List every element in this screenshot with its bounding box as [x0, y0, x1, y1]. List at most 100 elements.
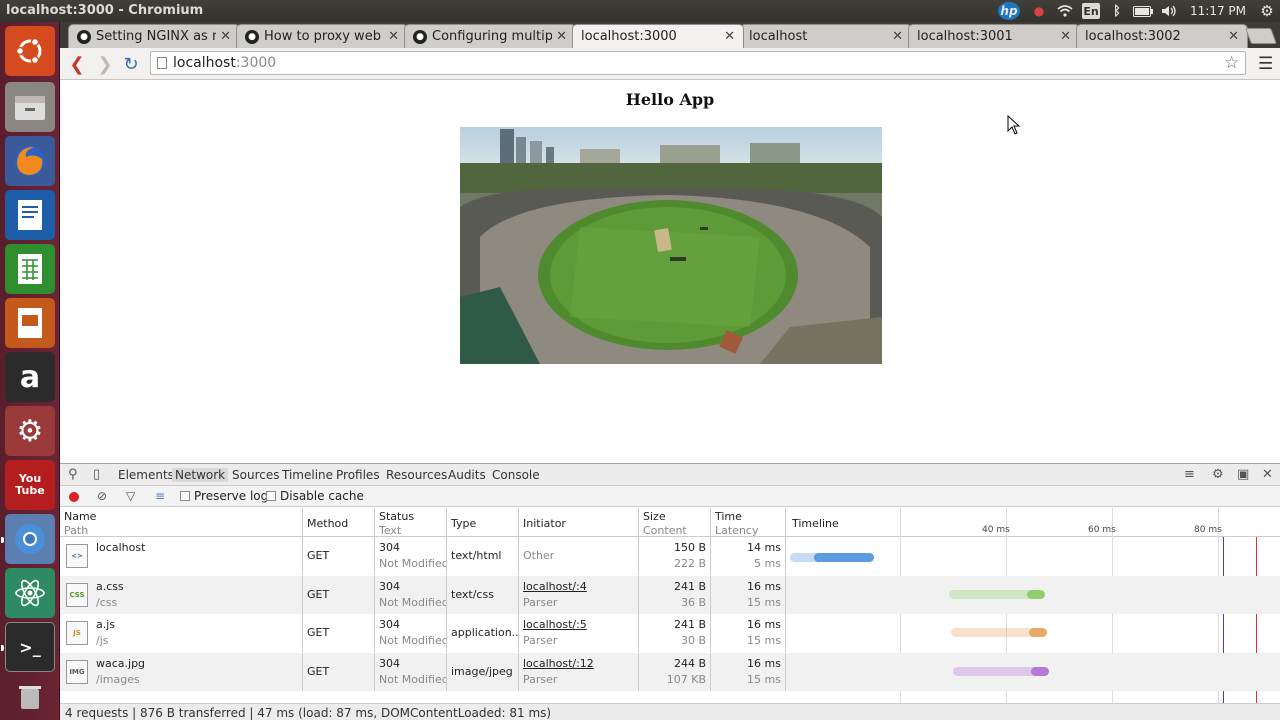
devtools-tab-console[interactable]: Console	[492, 468, 540, 482]
clock[interactable]: 11:17 PM	[1182, 0, 1254, 22]
network-request-row[interactable]: <> localhost GET 304 Not Modified text/h…	[60, 537, 1280, 575]
request-time-cell: 16 ms 15 ms	[711, 614, 786, 652]
youtube-icon[interactable]: You Tube	[5, 460, 55, 510]
browser-tab[interactable]: ● How to proxy web a ✕	[236, 24, 408, 48]
bluetooth-icon[interactable]: ᛒ	[1104, 0, 1130, 22]
request-initiator[interactable]: localhost/:5	[523, 618, 587, 631]
terminal-icon[interactable]: >_	[5, 622, 55, 672]
gear-icon[interactable]: ⚙	[1254, 0, 1280, 22]
close-tab-icon[interactable]: ✕	[1228, 29, 1239, 44]
network-request-row[interactable]: IMG waca.jpg /images GET 304 Not Modifie…	[60, 652, 1280, 691]
devtools-tab-audits[interactable]: Audits	[448, 468, 486, 482]
request-initiator[interactable]: localhost/:4	[523, 580, 587, 593]
close-tab-icon[interactable]: ✕	[892, 29, 903, 44]
request-size: 241 B	[673, 579, 706, 593]
request-content-size: 222 B	[673, 557, 706, 570]
tab-label: How to proxy web a	[264, 29, 385, 44]
devtools-tab-timeline[interactable]: Timeline	[282, 468, 333, 482]
preserve-log-checkbox[interactable]	[180, 491, 190, 501]
column-header-type[interactable]: Type	[447, 508, 519, 537]
column-header-name[interactable]: Name Path	[60, 508, 303, 537]
dock-icon[interactable]: ▣	[1237, 467, 1249, 482]
browser-tab[interactable]: localhost:3000 ✕	[572, 24, 744, 48]
libreoffice-writer-icon[interactable]	[5, 190, 55, 240]
network-request-row[interactable]: JS a.js /js GET 304 Not Modified applica…	[60, 614, 1280, 652]
close-tab-icon[interactable]: ✕	[388, 29, 399, 44]
device-mode-icon[interactable]: ▯	[93, 467, 100, 482]
tab-label: localhost	[749, 29, 808, 44]
ubuntu-dash-icon[interactable]	[5, 26, 55, 76]
devtools-tab-sources[interactable]: Sources	[232, 468, 279, 482]
close-tab-icon[interactable]: ✕	[556, 29, 567, 44]
request-status-text: Not Modified	[379, 557, 447, 570]
browser-tab[interactable]: localhost ✕	[740, 24, 912, 48]
devtools-tab-resources[interactable]: Resources	[386, 468, 447, 482]
devtools-tab-elements[interactable]: Elements	[118, 468, 174, 482]
atom-icon[interactable]	[5, 568, 55, 618]
chromium-icon[interactable]	[5, 514, 55, 564]
list-view-icon[interactable]: ≡	[155, 489, 165, 503]
hp-icon[interactable]: hp	[998, 2, 1020, 20]
timeline-tick-label: 40 ms	[982, 525, 1010, 535]
console-drawer-icon[interactable]: ≡	[1184, 467, 1195, 482]
close-tab-icon[interactable]: ✕	[724, 29, 735, 44]
inspect-icon[interactable]: ⚲	[68, 467, 78, 482]
browser-menu-icon[interactable]: ☰	[1258, 54, 1273, 74]
firefox-icon[interactable]	[5, 136, 55, 186]
column-header-method[interactable]: Method	[303, 508, 375, 537]
keyboard-language-indicator[interactable]: En	[1082, 3, 1100, 19]
request-time: 16 ms	[747, 579, 781, 593]
files-icon[interactable]	[5, 82, 55, 132]
html-icon: <>	[66, 544, 88, 568]
disable-cache-label: Disable cache	[280, 489, 364, 503]
address-bar[interactable]: localhost:3000	[150, 51, 1246, 75]
reload-button[interactable]: ↻	[120, 53, 142, 75]
disable-cache-checkbox[interactable]	[266, 491, 276, 501]
request-initiator[interactable]: localhost/:12	[523, 657, 594, 670]
bookmark-star-icon[interactable]: ☆	[1224, 53, 1239, 73]
mouse-cursor	[1007, 115, 1021, 135]
browser-tab[interactable]: localhost:3002 ✕	[1076, 24, 1248, 48]
request-initiator-cell: localhost/:4 Parser	[519, 575, 639, 614]
request-initiator: Other	[523, 549, 555, 562]
request-time: 16 ms	[747, 656, 781, 670]
new-tab-button[interactable]	[1245, 28, 1277, 44]
devtools-tab-profiles[interactable]: Profiles	[336, 468, 380, 482]
request-method: GET	[303, 652, 375, 691]
devtools-tab-network[interactable]: Network	[172, 468, 229, 482]
request-path: /css	[96, 595, 118, 609]
forward-button[interactable]: ❯	[94, 53, 116, 75]
column-header-time[interactable]: Time Latency	[711, 508, 786, 537]
network-request-row[interactable]: CSS a.css /css GET 304 Not Modified text…	[60, 575, 1280, 614]
browser-tab[interactable]: localhost:3001 ✕	[908, 24, 1080, 48]
system-settings-icon[interactable]: ⚙	[5, 406, 55, 456]
libreoffice-calc-icon[interactable]	[5, 244, 55, 294]
record-icon[interactable]	[69, 492, 79, 502]
battery-icon[interactable]	[1130, 0, 1156, 22]
devtools-settings-icon[interactable]: ⚙	[1212, 467, 1224, 482]
column-header-size[interactable]: Size Content	[639, 508, 711, 537]
preserve-log-label: Preserve log	[194, 489, 269, 503]
browser-tab[interactable]: ● Configuring multipl ✕	[404, 24, 576, 48]
trash-icon[interactable]	[5, 676, 55, 716]
tab-label: localhost:3002	[1085, 29, 1181, 44]
volume-icon[interactable]	[1156, 0, 1182, 22]
close-devtools-icon[interactable]: ✕	[1262, 467, 1273, 482]
clear-icon[interactable]: ⊘	[97, 489, 107, 503]
column-header-status[interactable]: Status Text	[375, 508, 447, 537]
close-tab-icon[interactable]: ✕	[220, 29, 231, 44]
back-button[interactable]: ❮	[66, 53, 88, 75]
close-tab-icon[interactable]: ✕	[1060, 29, 1071, 44]
column-header-initiator[interactable]: Initiator	[519, 508, 639, 537]
libreoffice-impress-icon[interactable]	[5, 298, 55, 348]
record-icon[interactable]: ●	[1026, 0, 1052, 22]
wifi-icon[interactable]	[1052, 0, 1078, 22]
request-initiator-cell: Other	[519, 537, 639, 575]
filter-icon[interactable]: ▽	[126, 489, 135, 503]
request-path: /js	[96, 634, 109, 647]
request-name: a.js	[96, 618, 116, 631]
tab-label: localhost:3000	[581, 29, 677, 44]
browser-tab[interactable]: ● Setting NGINX as re ✕	[68, 24, 240, 48]
timeline-receiving-bar	[1029, 628, 1047, 637]
amazon-icon[interactable]: a	[5, 352, 55, 402]
